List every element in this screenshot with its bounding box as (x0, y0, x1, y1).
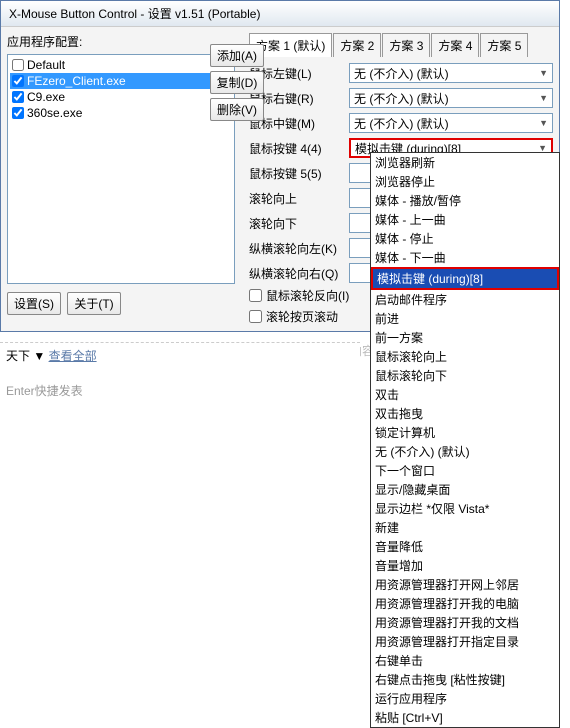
mapping-combo[interactable]: 无 (不介入) (默认) ▼ (349, 63, 553, 83)
page-below: 天下 ▼ 查看全部 Enter快捷发表 (0, 342, 360, 403)
enter-hint: Enter快捷发表 (6, 382, 354, 399)
add-button[interactable]: 添加(A) (210, 44, 264, 67)
dropdown-item[interactable]: 浏览器刷新 (371, 153, 559, 172)
view-all-link[interactable]: 查看全部 (49, 349, 97, 363)
dropdown-item[interactable]: 锁定计算机 (371, 423, 559, 442)
mapping-label: 纵横滚轮向左(K) (249, 240, 345, 257)
chevron-down-icon: ▼ (539, 118, 548, 128)
combo-value: 无 (不介入) (默认) (354, 90, 449, 107)
mapping-combo[interactable]: 无 (不介入) (默认) ▼ (349, 88, 553, 108)
reverse-wheel-label: 鼠标滚轮反向(I) (266, 287, 349, 304)
profile-list[interactable]: Default FEzero_Client.exe C9.exe 360se.e… (7, 54, 235, 284)
mapping-label: 滚轮向上 (249, 190, 345, 207)
tab-scheme-3[interactable]: 方案 3 (382, 33, 430, 57)
list-item[interactable]: FEzero_Client.exe (10, 73, 232, 89)
mapping-label: 纵横滚轮向右(Q) (249, 265, 345, 282)
list-item[interactable]: Default (10, 57, 232, 73)
dropdown-item[interactable]: 媒体 - 播放/暂停 (371, 191, 559, 210)
dropdown-item[interactable]: 用资源管理器打开我的文档 (371, 613, 559, 632)
mapping-label: 鼠标按键 5(5) (249, 165, 345, 182)
dropdown-item[interactable]: 启动邮件程序 (371, 290, 559, 309)
mapping-label: 鼠标按键 4(4) (249, 140, 345, 157)
profile-label: Default (27, 58, 65, 72)
mapping-label: 滚轮向下 (249, 215, 345, 232)
app-config-label: 应用程序配置: (7, 33, 235, 50)
tab-scheme-4[interactable]: 方案 4 (431, 33, 479, 57)
dropdown-item[interactable]: 鼠标滚轮向下 (371, 366, 559, 385)
chevron-down-icon: ▼ (539, 93, 548, 103)
combo-value: 无 (不介入) (默认) (354, 65, 449, 82)
profile-checkbox[interactable] (12, 91, 24, 103)
reverse-wheel-checkbox[interactable] (249, 289, 262, 302)
dropdown-item[interactable]: 粘贴 [Ctrl+V] (371, 708, 559, 727)
dropdown-item[interactable]: 音量降低 (371, 537, 559, 556)
left-panel: 应用程序配置: Default FEzero_Client.exe C9.exe… (7, 33, 235, 325)
dropdown-item[interactable]: 无 (不介入) (默认) (371, 442, 559, 461)
profile-label: FEzero_Client.exe (27, 74, 126, 88)
profile-label: C9.exe (27, 90, 65, 104)
dropdown-item[interactable]: 双击拖曳 (371, 404, 559, 423)
dropdown-item[interactable]: 前一方案 (371, 328, 559, 347)
dropdown-item[interactable]: 新建 (371, 518, 559, 537)
copy-button[interactable]: 复制(D) (210, 71, 264, 94)
dropdown-item[interactable]: 鼠标滚轮向上 (371, 347, 559, 366)
dropdown-item[interactable]: 下一个窗口 (371, 461, 559, 480)
profile-checkbox[interactable] (12, 75, 24, 87)
action-dropdown-list[interactable]: 浏览器刷新浏览器停止媒体 - 播放/暂停媒体 - 上一曲媒体 - 停止媒体 - … (370, 152, 560, 728)
dropdown-item[interactable]: 媒体 - 上一曲 (371, 210, 559, 229)
dropdown-item[interactable]: 显示边栏 *仅限 Vista* (371, 499, 559, 518)
mapping-row: 鼠标左键(L)无 (不介入) (默认)▼ (249, 63, 553, 83)
chevron-down-icon: ▼ (539, 68, 548, 78)
side-buttons: 添加(A) 复制(D) 删除(V) (210, 44, 264, 121)
dropdown-item[interactable]: 用资源管理器打开指定目录 (371, 632, 559, 651)
profile-label: 360se.exe (27, 106, 82, 120)
window-title: X-Mouse Button Control - 设置 v1.51 (Porta… (9, 7, 260, 21)
mapping-row: 鼠标右键(R)无 (不介入) (默认)▼ (249, 88, 553, 108)
profile-checkbox[interactable] (12, 59, 24, 71)
tab-scheme-2[interactable]: 方案 2 (333, 33, 381, 57)
settings-button[interactable]: 设置(S) (7, 292, 61, 315)
tab-bar: 方案 1 (默认) 方案 2 方案 3 方案 4 方案 5 (249, 33, 553, 57)
list-item[interactable]: 360se.exe (10, 105, 232, 121)
dropdown-item[interactable]: 显示/隐藏桌面 (371, 480, 559, 499)
dropdown-item[interactable]: 音量增加 (371, 556, 559, 575)
dropdown-item[interactable]: 浏览器停止 (371, 172, 559, 191)
mapping-combo[interactable]: 无 (不介入) (默认) ▼ (349, 113, 553, 133)
page-scroll-label: 滚轮按页滚动 (266, 308, 338, 325)
dropdown-item[interactable]: 媒体 - 下一曲 (371, 248, 559, 267)
title-bar: X-Mouse Button Control - 设置 v1.51 (Porta… (1, 1, 559, 27)
combo-value: 无 (不介入) (默认) (354, 115, 449, 132)
page-scroll-checkbox[interactable] (249, 310, 262, 323)
mapping-row: 鼠标中键(M)无 (不介入) (默认)▼ (249, 113, 553, 133)
nav-label[interactable]: 天下 ▼ (6, 349, 45, 363)
dropdown-item[interactable]: 双击 (371, 385, 559, 404)
dropdown-item[interactable]: 用资源管理器打开我的电脑 (371, 594, 559, 613)
dropdown-item[interactable]: 前进 (371, 309, 559, 328)
dropdown-item[interactable]: 右键单击 (371, 651, 559, 670)
dropdown-item[interactable]: 媒体 - 停止 (371, 229, 559, 248)
list-item[interactable]: C9.exe (10, 89, 232, 105)
dropdown-item[interactable]: 模拟击键 (during)[8] (371, 267, 559, 290)
dropdown-item[interactable]: 运行应用程序 (371, 689, 559, 708)
delete-button[interactable]: 删除(V) (210, 98, 264, 121)
dropdown-item[interactable]: 右键点击拖曳 [粘性按键] (371, 670, 559, 689)
tab-scheme-5[interactable]: 方案 5 (480, 33, 528, 57)
dropdown-item[interactable]: 用资源管理器打开网上邻居 (371, 575, 559, 594)
about-button[interactable]: 关于(T) (67, 292, 121, 315)
profile-checkbox[interactable] (12, 107, 24, 119)
